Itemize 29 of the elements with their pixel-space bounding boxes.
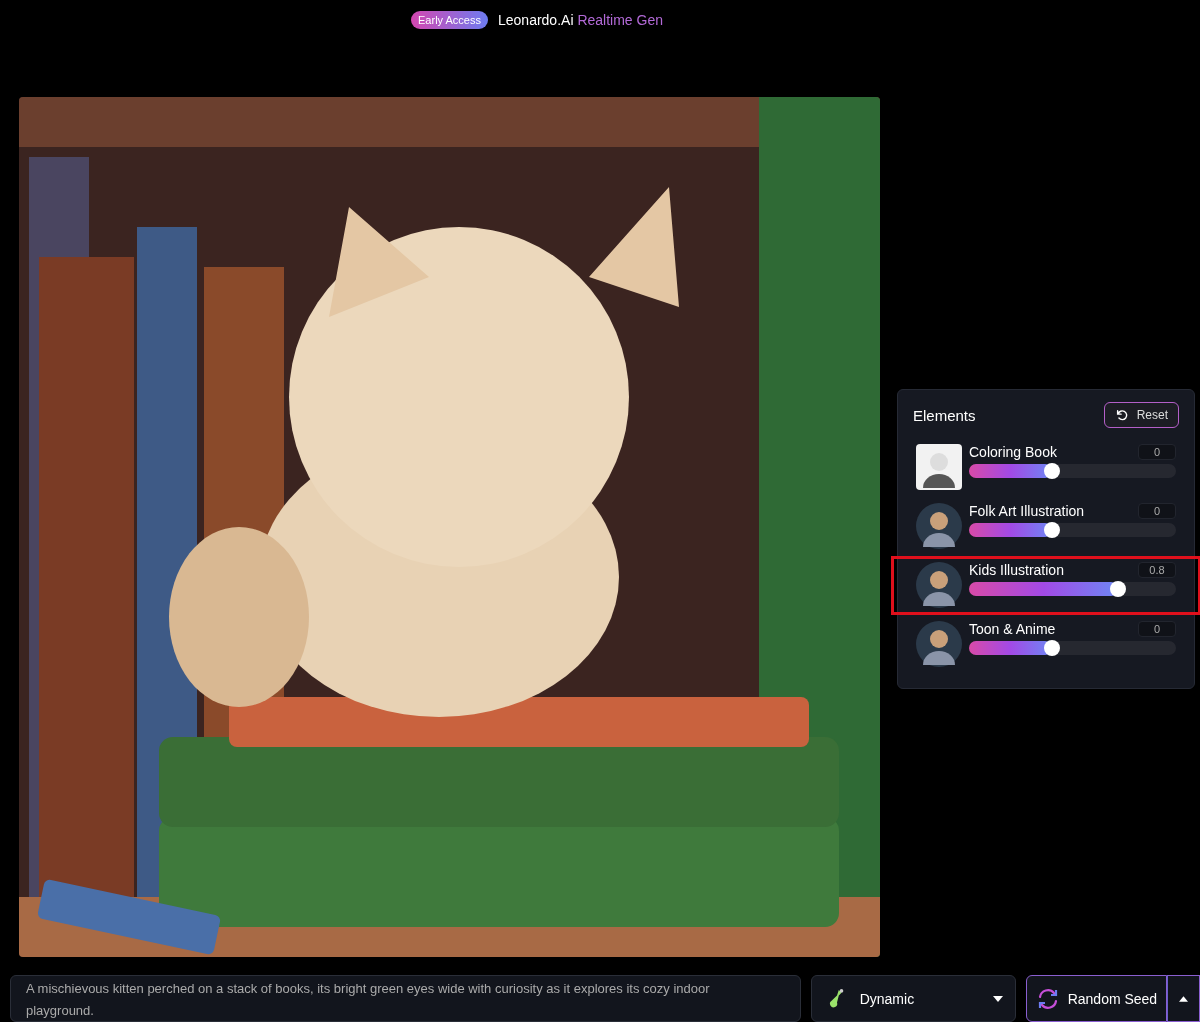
weight-slider[interactable] — [969, 464, 1176, 478]
expand-button[interactable] — [1167, 975, 1200, 1022]
early-access-badge: Early Access — [411, 11, 488, 29]
weight-value: 0.8 — [1138, 562, 1176, 578]
slider-handle[interactable] — [1110, 581, 1127, 597]
caret-up-icon — [1179, 995, 1189, 1002]
weight-value: 0 — [1138, 444, 1176, 460]
weight-slider[interactable] — [969, 641, 1176, 655]
weight-slider[interactable] — [969, 582, 1176, 596]
prompt-field[interactable]: A mischievous kitten perched on a stack of books, its bright green eyes wide with curiosity as it explores its cozy indoor playground. — [10, 975, 801, 1022]
reset-icon — [1114, 408, 1129, 422]
avatar-icon — [916, 444, 962, 490]
flask-icon — [827, 987, 846, 1010]
weight-value: 0 — [1138, 503, 1176, 519]
element-name: Kids Illustration — [969, 562, 1064, 578]
avatar-icon — [916, 621, 962, 667]
avatar-icon — [916, 503, 962, 549]
panel-title: Elements — [913, 406, 976, 424]
element-name: Folk Art Illustration — [969, 503, 1085, 519]
app-title: Leonardo.Ai Realtime Gen — [498, 12, 663, 28]
weight-slider[interactable] — [969, 523, 1176, 537]
reset-button[interactable]: Reset — [1103, 402, 1179, 428]
element-name: Coloring Book — [969, 444, 1057, 460]
element-name: Toon & Anime — [969, 621, 1056, 637]
avatar-icon — [916, 562, 962, 608]
caret-icon — [992, 995, 1003, 1002]
style-dropdown[interactable]: Dynamic — [810, 975, 1016, 1022]
random-seed-button[interactable]: Random Seed — [1025, 975, 1168, 1022]
weight-value: 0 — [1138, 621, 1176, 637]
